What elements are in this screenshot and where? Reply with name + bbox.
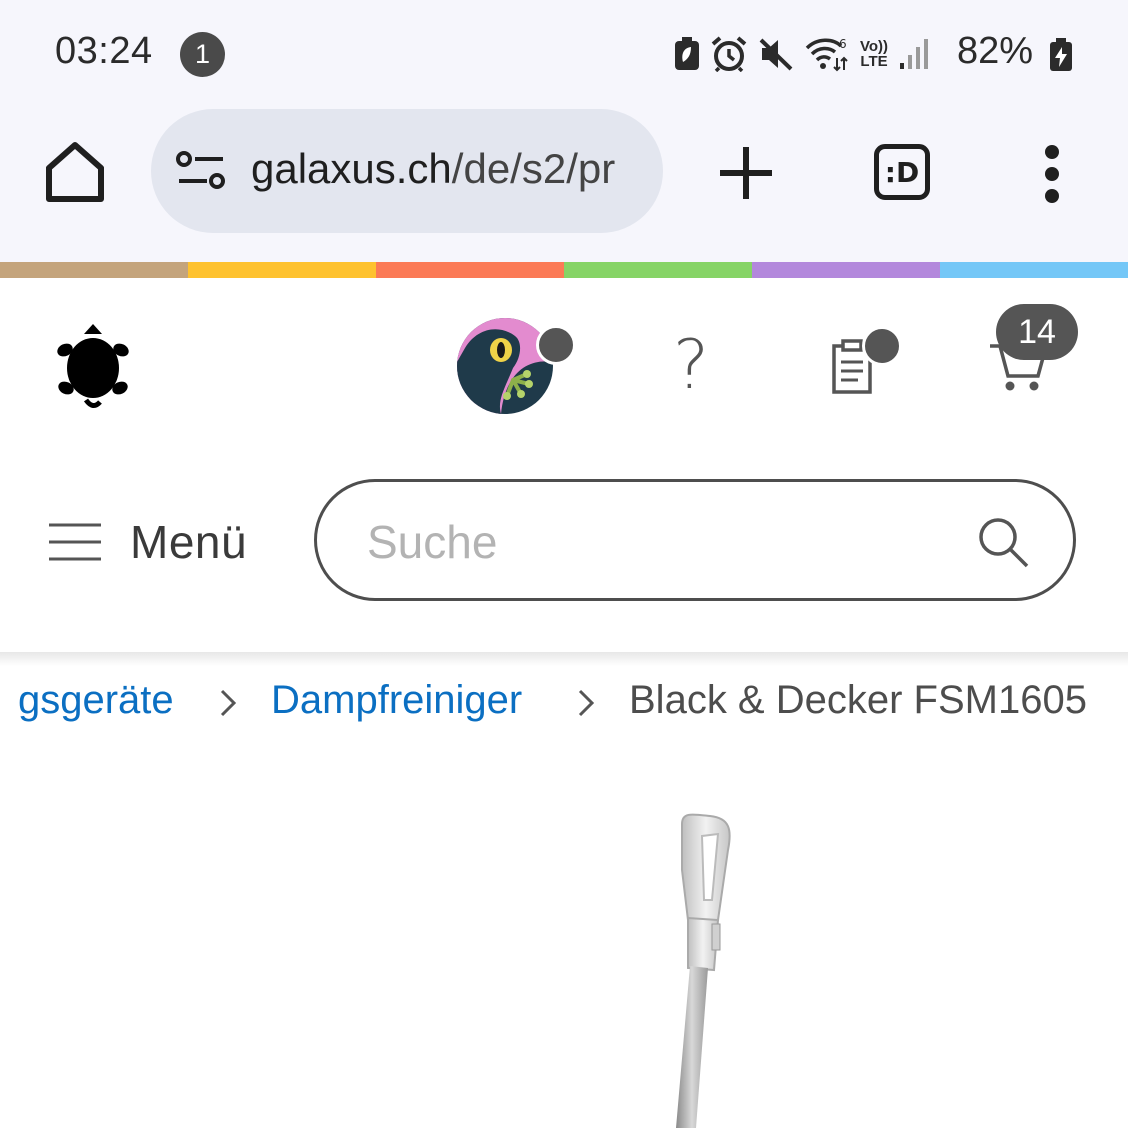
breadcrumb-item-category[interactable]: gsgeräte <box>18 678 174 723</box>
url-domain: galaxus.ch <box>251 145 452 192</box>
volte-label-bottom: LTE <box>860 53 888 70</box>
stripe-segment <box>752 262 940 278</box>
plus-icon <box>720 147 772 199</box>
breadcrumb-item-dampfreiniger[interactable]: Dampfreiniger <box>271 678 522 723</box>
new-tab-button[interactable] <box>716 143 776 203</box>
browser-menu-button[interactable] <box>1032 142 1072 206</box>
stripe-segment <box>564 262 752 278</box>
home-button[interactable] <box>43 138 107 204</box>
cart-count-badge: 14 <box>996 304 1078 360</box>
battery-percent: 82% <box>957 30 1034 72</box>
account-notification-dot <box>536 325 576 365</box>
url-bar[interactable]: galaxus.ch/de/s2/pr <box>151 109 663 233</box>
site-logo-link[interactable] <box>56 322 130 410</box>
search-input[interactable] <box>367 510 927 574</box>
volte-icon: Vo)) LTE <box>860 39 888 69</box>
menu-button[interactable]: Menü <box>48 512 247 572</box>
help-button[interactable]: ? <box>668 326 714 405</box>
hamburger-icon <box>49 523 101 561</box>
site-settings-icon <box>176 151 225 189</box>
orders-notification-dot <box>862 326 902 366</box>
header-shadow <box>0 652 1128 666</box>
stripe-segment <box>940 262 1128 278</box>
breadcrumb-item-current: Black & Decker FSM1605 <box>629 678 1087 722</box>
steam-mop-image <box>676 813 731 1128</box>
wifi-6-icon: 6 <box>805 36 849 72</box>
turtle-logo-icon <box>57 324 129 408</box>
status-time: 03:24 <box>55 30 153 72</box>
menu-label: Menü <box>130 516 248 568</box>
account-button[interactable] <box>457 318 576 414</box>
cart-button[interactable]: 14 <box>988 300 1080 394</box>
search-button[interactable] <box>977 516 1031 570</box>
chevron-right-icon <box>578 689 595 717</box>
site-settings-button[interactable] <box>175 149 227 193</box>
chevron-right-icon <box>220 689 237 717</box>
battery-charging-icon <box>1049 38 1073 77</box>
url-text[interactable]: galaxus.ch/de/s2/pr <box>251 145 641 193</box>
stripe-segment <box>376 262 564 278</box>
notification-count-badge: 1 <box>180 32 225 77</box>
orders-button[interactable] <box>828 326 902 396</box>
help-icon: ? <box>672 325 710 405</box>
svg-text:6: 6 <box>839 37 847 51</box>
avatar <box>457 318 553 414</box>
stripe-segment <box>188 262 376 278</box>
search-bar[interactable] <box>314 479 1076 601</box>
more-vert-icon <box>1045 145 1059 203</box>
home-icon <box>46 142 104 202</box>
url-path: /de/s2/pr <box>451 145 616 192</box>
signal-icon <box>899 37 929 71</box>
mute-icon <box>758 37 794 71</box>
product-image[interactable] <box>590 800 770 1128</box>
alarm-icon <box>711 36 747 72</box>
stripe-segment <box>0 262 188 278</box>
status-icons: 6 Vo)) LTE <box>674 30 940 78</box>
volte-label-top: Vo)) <box>860 38 889 55</box>
breadcrumb: gsgeräte Dampfreiniger Black & Decker FS… <box>0 676 1128 730</box>
search-icon <box>979 518 1029 568</box>
brand-color-stripe <box>0 262 1128 278</box>
tab-switcher-button[interactable]: :D <box>874 144 930 200</box>
battery-saver-icon <box>674 37 700 71</box>
